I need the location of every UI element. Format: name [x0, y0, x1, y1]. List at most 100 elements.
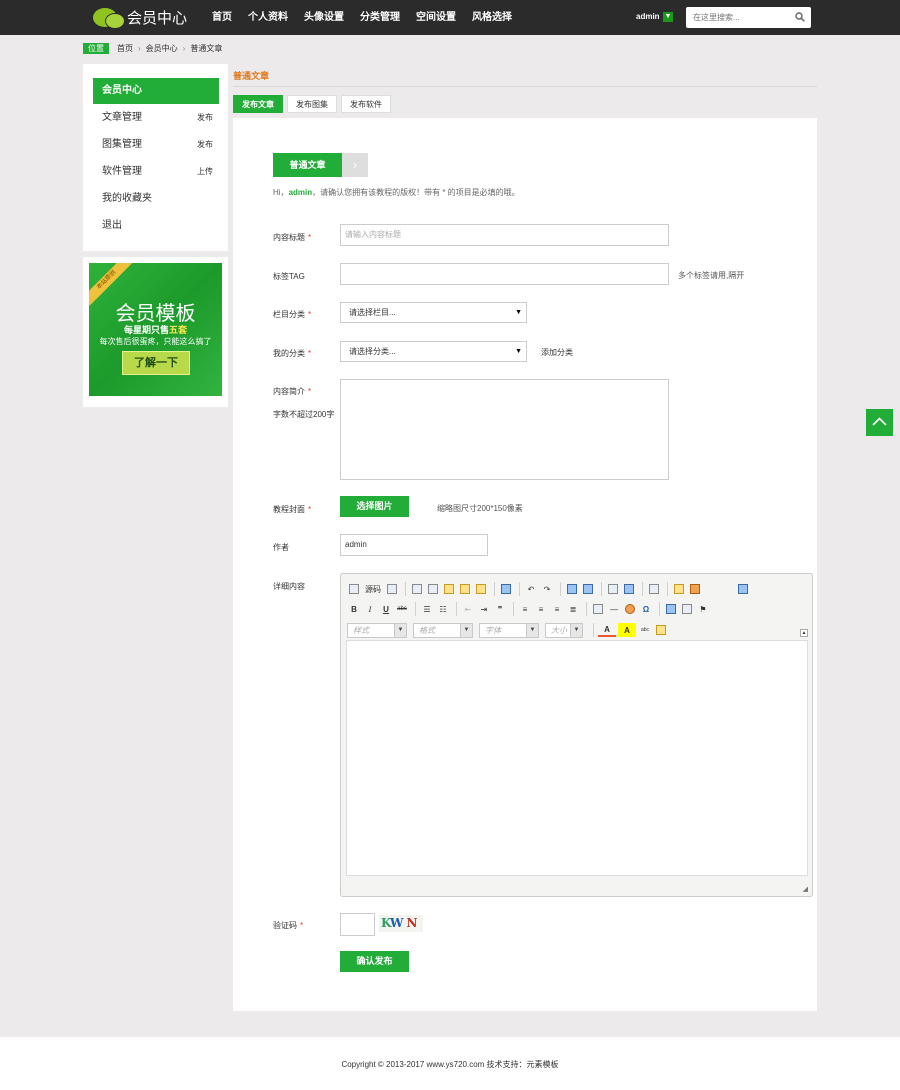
blockquote-icon[interactable]: ❞ [493, 602, 507, 616]
user-name[interactable]: admin [636, 12, 660, 21]
paste-icon[interactable] [442, 582, 456, 596]
tab-publish-software[interactable]: 发布软件 [341, 95, 391, 113]
image-icon[interactable] [672, 582, 686, 596]
anchor-flag-icon[interactable]: ⚑ [696, 602, 710, 616]
strikethrough-icon[interactable]: abc [395, 602, 409, 616]
author-input[interactable]: admin [340, 534, 488, 556]
user-menu-chevron-icon[interactable]: ▼ [663, 12, 673, 22]
style-combo[interactable]: 样式 ▼ [347, 622, 407, 638]
sidebar-item-action[interactable]: 发布 [197, 132, 213, 158]
editor-content-area[interactable] [346, 640, 808, 876]
chat-bubble-icon [93, 7, 127, 29]
breadcrumb-tag: 位置 [83, 42, 109, 54]
flash-icon[interactable] [688, 582, 702, 596]
copyright-text: Copyright © 2013-2017 www.ys720.com 技术支持… [341, 1060, 559, 1069]
title-input[interactable]: 请输入内容标题 [340, 224, 669, 246]
add-category-link[interactable]: 添加分类 [541, 347, 573, 358]
undo-icon[interactable]: ↶ [524, 582, 538, 596]
smiley-icon[interactable] [623, 602, 637, 616]
dropdown-arrow-icon: ▼ [570, 623, 582, 637]
site-logo[interactable]: 会员中心 [93, 5, 187, 30]
copy-icon[interactable] [426, 582, 440, 596]
sidebar-item-logout[interactable]: 退出 [93, 213, 219, 239]
align-left-icon[interactable]: ≡ [518, 602, 532, 616]
spellcheck-icon[interactable]: abc [638, 623, 652, 637]
template-icon[interactable] [647, 582, 661, 596]
promo-banner[interactable]: 本站原创 会员模板 每星期只售五套 每次售后很蛋疼，只能这么搞了 了解一下 [89, 263, 222, 396]
find-icon[interactable] [565, 582, 579, 596]
underline-icon[interactable]: U [379, 602, 393, 616]
breadcrumb-separator: › [138, 43, 141, 53]
search-box [686, 7, 811, 28]
back-to-top-button[interactable] [866, 409, 893, 436]
horizontal-rule-icon[interactable]: — [607, 602, 621, 616]
main-nav: 首页 个人资料 头像设置 分类管理 空间设置 风格选择 [212, 0, 528, 35]
format-combo[interactable]: 格式 ▼ [413, 622, 473, 638]
document-icon[interactable] [385, 582, 399, 596]
column-select[interactable]: 请选择栏目... ▼ [340, 302, 527, 323]
breadcrumb-member[interactable]: 会员中心 [146, 43, 178, 54]
link-icon[interactable] [664, 602, 678, 616]
summary-textarea[interactable] [340, 379, 669, 480]
sidebar-item-action[interactable]: 发布 [197, 105, 213, 131]
summary-label: 内容简介 * [273, 387, 312, 396]
nav-category[interactable]: 分类管理 [360, 0, 400, 35]
tag-input[interactable] [340, 263, 669, 285]
search-input[interactable] [686, 7, 786, 28]
top-bar: 会员中心 首页 个人资料 头像设置 分类管理 空间设置 风格选择 admin ▼ [0, 0, 900, 35]
tab-publish-album[interactable]: 发布图集 [287, 95, 337, 113]
submit-button[interactable]: 确认发布 [340, 951, 409, 972]
print-icon[interactable] [499, 582, 513, 596]
text-color-icon[interactable]: A [598, 623, 616, 637]
mycat-select[interactable]: 请选择分类... ▼ [340, 341, 527, 362]
bold-icon[interactable]: B [347, 602, 361, 616]
align-right-icon[interactable]: ≡ [550, 602, 564, 616]
captcha-input[interactable] [340, 913, 375, 936]
replace-icon[interactable] [581, 582, 595, 596]
sidebar-item-articles[interactable]: 文章管理 发布 [93, 105, 219, 131]
source-button[interactable]: 源码 [365, 584, 381, 595]
sidebar-item-albums[interactable]: 图集管理 发布 [93, 132, 219, 158]
nav-home[interactable]: 首页 [212, 0, 232, 35]
nav-style[interactable]: 风格选择 [472, 0, 512, 35]
search-icon[interactable] [795, 12, 805, 22]
choose-image-button[interactable]: 选择图片 [340, 496, 409, 517]
resize-handle-icon[interactable]: ◢ [803, 885, 808, 893]
background-color-icon[interactable]: A [618, 623, 636, 637]
sidebar-item-action[interactable]: 上传 [197, 159, 213, 185]
font-combo[interactable]: 字体 ▼ [479, 622, 539, 638]
sidebar-item-favorites[interactable]: 我的收藏夹 [93, 186, 219, 212]
nav-avatar[interactable]: 头像设置 [304, 0, 344, 35]
special-char-icon[interactable]: Ω [639, 602, 653, 616]
maximize-icon[interactable] [654, 623, 668, 637]
promo-button[interactable]: 了解一下 [122, 351, 190, 375]
eraser-icon[interactable] [622, 582, 636, 596]
sidebar-item-software[interactable]: 软件管理 上传 [93, 159, 219, 185]
nav-space[interactable]: 空间设置 [416, 0, 456, 35]
breadcrumb-home[interactable]: 首页 [117, 43, 133, 54]
source-icon[interactable] [347, 582, 361, 596]
size-combo[interactable]: 大小 ▼ [545, 622, 583, 638]
nav-profile[interactable]: 个人资料 [248, 0, 288, 35]
settings-icon[interactable] [736, 582, 750, 596]
editor-toolbar-row-1: 源码 ↶ ↷ [347, 580, 752, 598]
sidebar-item-label: 会员中心 [102, 85, 142, 96]
numbered-list-icon[interactable]: ☰ [420, 602, 434, 616]
italic-icon[interactable]: I [363, 602, 377, 616]
captcha-image[interactable]: KW N [379, 915, 423, 932]
align-justify-icon[interactable]: ≣ [566, 602, 580, 616]
unlink-icon[interactable] [680, 602, 694, 616]
table-icon[interactable] [591, 602, 605, 616]
select-all-icon[interactable] [606, 582, 620, 596]
paste-text-icon[interactable] [458, 582, 472, 596]
outdent-icon[interactable]: ⇤ [461, 602, 475, 616]
cut-icon[interactable] [410, 582, 424, 596]
redo-icon[interactable]: ↷ [540, 582, 554, 596]
collapse-toolbar-icon[interactable]: ▲ [800, 629, 808, 637]
tab-publish-article[interactable]: 发布文章 [233, 95, 283, 113]
align-center-icon[interactable]: ≡ [534, 602, 548, 616]
sidebar-item-member-center[interactable]: 会员中心 [93, 78, 219, 104]
indent-icon[interactable]: ⇥ [477, 602, 491, 616]
bulleted-list-icon[interactable]: ☷ [436, 602, 450, 616]
paste-word-icon[interactable] [474, 582, 488, 596]
